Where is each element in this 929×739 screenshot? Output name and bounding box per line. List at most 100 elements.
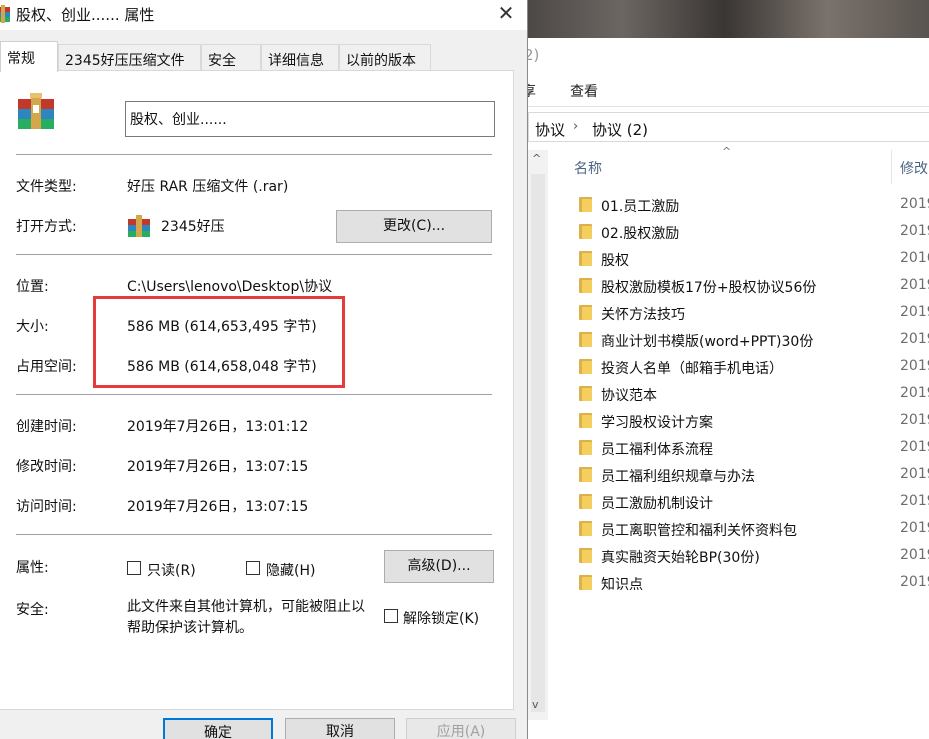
dialog-title: 股权、创业...... 属性 xyxy=(16,6,155,24)
location-label: 位置: xyxy=(16,279,49,295)
dialog-titlebar[interactable]: 股权、创业...... 属性 ✕ xyxy=(0,0,527,30)
divider xyxy=(16,254,492,255)
file-name[interactable]: 员工福利组织规章与办法 xyxy=(601,466,755,486)
folder-icon xyxy=(579,251,592,266)
file-name[interactable]: 知识点 xyxy=(601,574,643,594)
file-name[interactable]: 员工激励机制设计 xyxy=(601,493,713,513)
tab-previous-versions[interactable]: 以前的版本 xyxy=(339,44,431,71)
hidden-checkbox[interactable] xyxy=(246,561,260,575)
folder-icon xyxy=(579,224,592,239)
file-row[interactable]: 员工离职管控和福利关怀资料包 2019 xyxy=(575,516,929,543)
file-name[interactable]: 学习股权设计方案 xyxy=(601,412,713,432)
readonly-checkbox[interactable] xyxy=(127,561,141,575)
file-row[interactable]: 员工激励机制设计 2019 xyxy=(575,489,929,516)
file-modified-date: 2019 xyxy=(900,493,929,509)
file-modified-date: 2019 xyxy=(900,331,929,347)
hidden-checkbox-label[interactable]: 隐藏(H) xyxy=(266,560,315,580)
file-row[interactable]: 投资人名单（邮箱手机电话） 2019 xyxy=(575,354,929,381)
accessed-label: 访问时间: xyxy=(16,499,77,515)
attributes-label: 属性: xyxy=(16,560,49,576)
file-row[interactable]: 知识点 2019 xyxy=(575,570,929,597)
file-name[interactable]: 股权 xyxy=(601,250,629,270)
file-name[interactable]: 股权激励模板17份+股权协议56份 xyxy=(601,277,816,297)
explorer-titlebar-background xyxy=(520,0,929,38)
file-row[interactable]: 商业计划书模版(word+PPT)30份 2019 xyxy=(575,327,929,354)
file-name[interactable]: 02.股权激励 xyxy=(601,223,679,243)
breadcrumb-item-xieyi[interactable]: 协议 xyxy=(535,119,565,140)
filename-input[interactable] xyxy=(125,101,495,137)
navigation-scrollbar[interactable]: ^ v xyxy=(528,150,548,720)
cancel-button[interactable]: 取消 xyxy=(285,718,395,739)
scroll-down-icon[interactable]: v xyxy=(532,698,539,711)
file-name[interactable]: 协议范本 xyxy=(601,385,657,405)
file-row[interactable]: 真实融资天始轮BP(30份) 2019 xyxy=(575,543,929,570)
open-with-value: 2345好压 xyxy=(161,219,225,235)
file-row[interactable]: 关怀方法技巧 2019 xyxy=(575,300,929,327)
file-list: 01.员工激励 2019 02.股权激励 2019 股权 2016 股权激励模板17份+股权… xyxy=(575,192,929,597)
advanced-button[interactable]: 高级(D)... xyxy=(384,550,494,583)
column-divider[interactable] xyxy=(891,150,892,184)
address-bar[interactable]: 协议 › 协议 (2) xyxy=(528,112,929,142)
tab-security[interactable]: 安全 xyxy=(201,44,261,71)
file-modified-date: 2019 xyxy=(900,547,929,563)
file-row[interactable]: 股权激励模板17份+股权协议56份 2019 xyxy=(575,273,929,300)
folder-icon xyxy=(579,197,592,212)
file-modified-date: 2019 xyxy=(900,277,929,293)
folder-icon xyxy=(579,359,592,374)
tab-general[interactable]: 常规 xyxy=(0,41,58,72)
file-name[interactable]: 员工离职管控和福利关怀资料包 xyxy=(601,520,797,540)
file-modified-date: 2019 xyxy=(900,196,929,212)
accessed-value: 2019年7月26日，13:07:15 xyxy=(127,499,309,515)
folder-icon xyxy=(579,332,592,347)
folder-icon xyxy=(579,440,592,455)
file-name[interactable]: 商业计划书模版(word+PPT)30份 xyxy=(601,331,813,351)
scroll-up-icon[interactable]: ^ xyxy=(532,152,541,165)
file-row[interactable]: 股权 2016 xyxy=(575,246,929,273)
folder-icon xyxy=(579,413,592,428)
change-button[interactable]: 更改(C)... xyxy=(336,210,492,243)
breadcrumb-item-xieyi-2[interactable]: 协议 (2) xyxy=(592,119,648,140)
file-name[interactable]: 关怀方法技巧 xyxy=(601,304,685,324)
created-label: 创建时间: xyxy=(16,419,77,435)
ok-button[interactable]: 确定 xyxy=(163,718,273,739)
file-modified-date: 2019 xyxy=(900,358,929,374)
folder-icon xyxy=(579,386,592,401)
file-row[interactable]: 协议范本 2019 xyxy=(575,381,929,408)
size-on-disk-label: 占用空间: xyxy=(16,359,77,375)
ribbon-view-tab[interactable]: 查看 xyxy=(570,81,598,101)
folder-icon xyxy=(579,521,592,536)
file-name[interactable]: 员工福利体系流程 xyxy=(601,439,713,459)
file-modified-date: 2019 xyxy=(900,412,929,428)
file-row[interactable]: 学习股权设计方案 2019 xyxy=(575,408,929,435)
created-value: 2019年7月26日，13:01:12 xyxy=(127,419,309,435)
file-row[interactable]: 01.员工激励 2019 xyxy=(575,192,929,219)
file-modified-date: 2019 xyxy=(900,304,929,320)
file-modified-date: 2019 xyxy=(900,574,929,590)
file-name[interactable]: 真实融资天始轮BP(30份) xyxy=(601,547,760,567)
unblock-checkbox[interactable] xyxy=(384,609,398,623)
file-name[interactable]: 01.员工激励 xyxy=(601,196,679,216)
2345-app-icon xyxy=(128,215,150,237)
file-row[interactable]: 员工福利组织规章与办法 2019 xyxy=(575,462,929,489)
column-header-name[interactable]: 名称 xyxy=(574,158,602,186)
folder-icon xyxy=(579,548,592,563)
rar-file-large-icon xyxy=(18,93,54,129)
file-type-value: 好压 RAR 压缩文件 (.rar) xyxy=(127,179,289,195)
ribbon-divider xyxy=(528,106,929,107)
tab-details[interactable]: 详细信息 xyxy=(261,44,339,71)
breadcrumb-separator-icon: › xyxy=(573,119,579,134)
file-name[interactable]: 投资人名单（邮箱手机电话） xyxy=(601,358,783,378)
file-row[interactable]: 02.股权激励 2019 xyxy=(575,219,929,246)
scrollbar-thumb[interactable] xyxy=(531,174,545,712)
column-header-modified[interactable]: 修改 xyxy=(900,158,928,186)
close-icon[interactable]: ✕ xyxy=(492,0,520,28)
folder-icon xyxy=(579,575,592,590)
sort-ascending-icon: ^ xyxy=(722,145,732,158)
apply-button[interactable]: 应用(A) xyxy=(406,718,516,739)
highlight-annotation-box xyxy=(93,296,345,388)
tab-2345-archive[interactable]: 2345好压压缩文件 xyxy=(58,44,201,71)
readonly-checkbox-label[interactable]: 只读(R) xyxy=(147,560,196,580)
divider xyxy=(16,534,492,535)
file-row[interactable]: 员工福利体系流程 2019 xyxy=(575,435,929,462)
unblock-checkbox-label[interactable]: 解除锁定(K) xyxy=(403,608,479,628)
